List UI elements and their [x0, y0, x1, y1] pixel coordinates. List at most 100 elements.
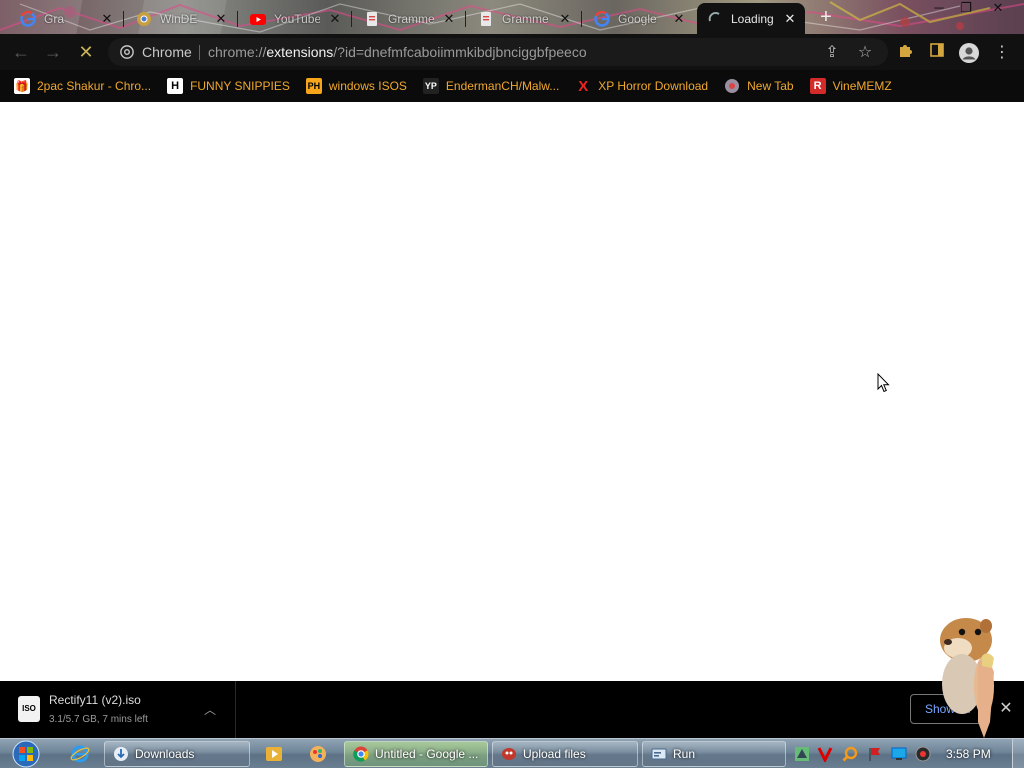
close-tab-icon[interactable]: ✕ — [672, 12, 686, 26]
google-icon — [20, 11, 36, 27]
action-center-flag-icon[interactable] — [867, 746, 883, 762]
taskbar-button-label: Untitled - Google ... — [375, 747, 479, 761]
bookmark-item[interactable]: H FUNNY SNIPPIES — [167, 78, 290, 94]
download-filename: Rectify11 (v2).iso — [49, 693, 141, 707]
bookmark-item[interactable]: New Tab — [724, 78, 794, 94]
tab-5[interactable]: Gramme ✕ — [468, 7, 580, 31]
gift-icon: 🎁 — [14, 78, 30, 94]
hamster-desktop-pet[interactable] — [932, 612, 1012, 740]
docs-icon — [367, 12, 377, 26]
taskbar-button-label: Downloads — [135, 747, 195, 761]
tab-title: WinDE — [160, 12, 198, 26]
tab-strip: Gra ✕ WinDE ✕ YouTube ✕ Gramme ✕ Gramme … — [0, 0, 1024, 34]
tab-title: Gra — [44, 12, 65, 26]
close-tab-icon[interactable]: ✕ — [100, 12, 114, 26]
r-icon: R — [809, 78, 826, 94]
windows-taskbar: Downloads Untitled - Google ... Upload f… — [0, 738, 1024, 768]
globe-icon — [724, 78, 740, 94]
bookmark-item[interactable]: 🎁 2pac Shakur - Chro... — [14, 78, 151, 94]
taskbar-clock[interactable]: 3:58 PM — [946, 747, 991, 761]
url-text[interactable]: chrome://extensions/?id=dnefmfcaboiimmki… — [208, 44, 587, 60]
side-panel-icon[interactable] — [926, 42, 948, 64]
yp-icon: YP — [422, 78, 439, 94]
mouse-cursor-icon — [877, 373, 890, 393]
bookmark-label: windows ISOS — [328, 79, 407, 93]
tab-1[interactable]: Gra ✕ — [10, 7, 122, 31]
bookmark-label: FUNNY SNIPPIES — [190, 79, 290, 93]
profile-avatar-icon[interactable] — [958, 42, 980, 64]
download-shelf: ISO Rectify11 (v2).iso 3.1/5.7 GB, 7 min… — [0, 681, 1024, 738]
media-player-icon[interactable] — [264, 744, 284, 764]
paint-app-icon[interactable] — [308, 744, 328, 764]
bookmark-item[interactable]: PH windows ISOS — [305, 78, 407, 94]
bookmark-star-icon[interactable]: ☆ — [855, 43, 875, 63]
bookmark-label: 2pac Shakur - Chro... — [37, 79, 152, 93]
stop-button[interactable]: ✕ — [74, 40, 98, 64]
bookmark-label: XP Horror Download — [598, 79, 709, 93]
tab-4[interactable]: Gramme ✕ — [354, 7, 464, 31]
spinner-icon — [708, 11, 720, 21]
bookmark-item[interactable]: YP EndermanCH/Malw... — [422, 78, 559, 94]
tab-6[interactable]: Google ✕ — [584, 7, 694, 31]
close-tab-icon[interactable]: ✕ — [214, 12, 228, 26]
close-tab-icon[interactable]: ✕ — [442, 12, 456, 26]
chrome-icon — [353, 746, 369, 762]
folder-icon — [114, 747, 128, 761]
bookmark-item[interactable]: X XP Horror Download — [575, 77, 709, 95]
share-icon[interactable]: ⇪ — [822, 43, 842, 63]
minimize-button[interactable]: ─ — [924, 0, 954, 18]
google-icon — [594, 11, 610, 27]
security-chip[interactable]: Chrome — [120, 44, 192, 60]
chrome-icon — [137, 12, 151, 26]
run-dialog-icon — [651, 748, 667, 760]
tab-7-active[interactable]: Loading ✕ — [697, 3, 805, 34]
windows-start-orb-icon[interactable] — [8, 739, 44, 768]
taskbar-button-label: Upload files — [523, 747, 586, 761]
toolbar: ← → ✕ Chrome chrome://extensions/?id=dne… — [0, 34, 1024, 70]
tab-title: Google — [618, 12, 657, 26]
iso-file-icon: ISO — [18, 696, 40, 722]
taskbar-button-chrome[interactable]: Untitled - Google ... — [344, 741, 488, 767]
address-bar[interactable]: Chrome chrome://extensions/?id=dnefmfcab… — [108, 38, 888, 66]
chip-label: Chrome — [142, 44, 192, 60]
extensions-puzzle-icon[interactable] — [894, 42, 916, 64]
x-icon: X — [578, 77, 589, 95]
h-icon: H — [167, 78, 184, 94]
magnifier-icon[interactable] — [842, 746, 858, 762]
forward-button[interactable]: → — [41, 40, 65, 64]
docs-icon — [481, 12, 491, 26]
bookmark-label: New Tab — [747, 79, 794, 93]
tab-title: Gramme — [502, 12, 549, 26]
taskbar-button-upload-files[interactable]: Upload files — [492, 741, 638, 767]
download-item[interactable]: ISO Rectify11 (v2).iso 3.1/5.7 GB, 7 min… — [0, 681, 236, 738]
upload-files-icon — [502, 748, 516, 760]
network-monitor-icon[interactable] — [891, 746, 907, 762]
ph-icon: PH — [305, 78, 322, 94]
chevron-up-icon[interactable]: ︿ — [204, 701, 216, 718]
internet-explorer-icon[interactable] — [70, 744, 90, 764]
menu-kebab-icon[interactable]: ⋮ — [991, 42, 1013, 64]
youtube-icon — [250, 14, 266, 25]
bookmark-item[interactable]: R VineMEMZ — [809, 78, 892, 94]
close-window-button[interactable]: ✕ — [983, 0, 1013, 18]
tab-title: YouTube — [274, 12, 320, 26]
speaker-record-icon[interactable] — [915, 746, 931, 762]
tray-app-icon[interactable] — [794, 746, 810, 762]
close-tab-icon[interactable]: ✕ — [783, 11, 797, 26]
taskbar-button-run[interactable]: Run — [642, 741, 786, 767]
close-tab-icon[interactable]: ✕ — [558, 12, 572, 26]
antivirus-v-icon[interactable] — [817, 746, 833, 762]
bookmarks-bar: 🎁 2pac Shakur - Chro... H FUNNY SNIPPIES… — [0, 70, 1024, 102]
close-tab-icon[interactable]: ✕ — [328, 12, 342, 26]
taskbar-button-label: Run — [673, 747, 696, 761]
new-tab-button[interactable]: + — [816, 7, 836, 28]
restore-button[interactable]: ❐ — [951, 0, 981, 18]
show-desktop-button[interactable] — [1012, 739, 1024, 768]
taskbar-button-downloads[interactable]: Downloads — [104, 741, 250, 767]
bookmark-label: VineMEMZ — [832, 79, 892, 93]
tab-3[interactable]: YouTube ✕ — [240, 7, 350, 31]
page-content — [0, 102, 1024, 681]
tab-2[interactable]: WinDE ✕ — [126, 7, 236, 31]
chrome-icon — [120, 45, 134, 59]
back-button[interactable]: ← — [9, 40, 33, 64]
